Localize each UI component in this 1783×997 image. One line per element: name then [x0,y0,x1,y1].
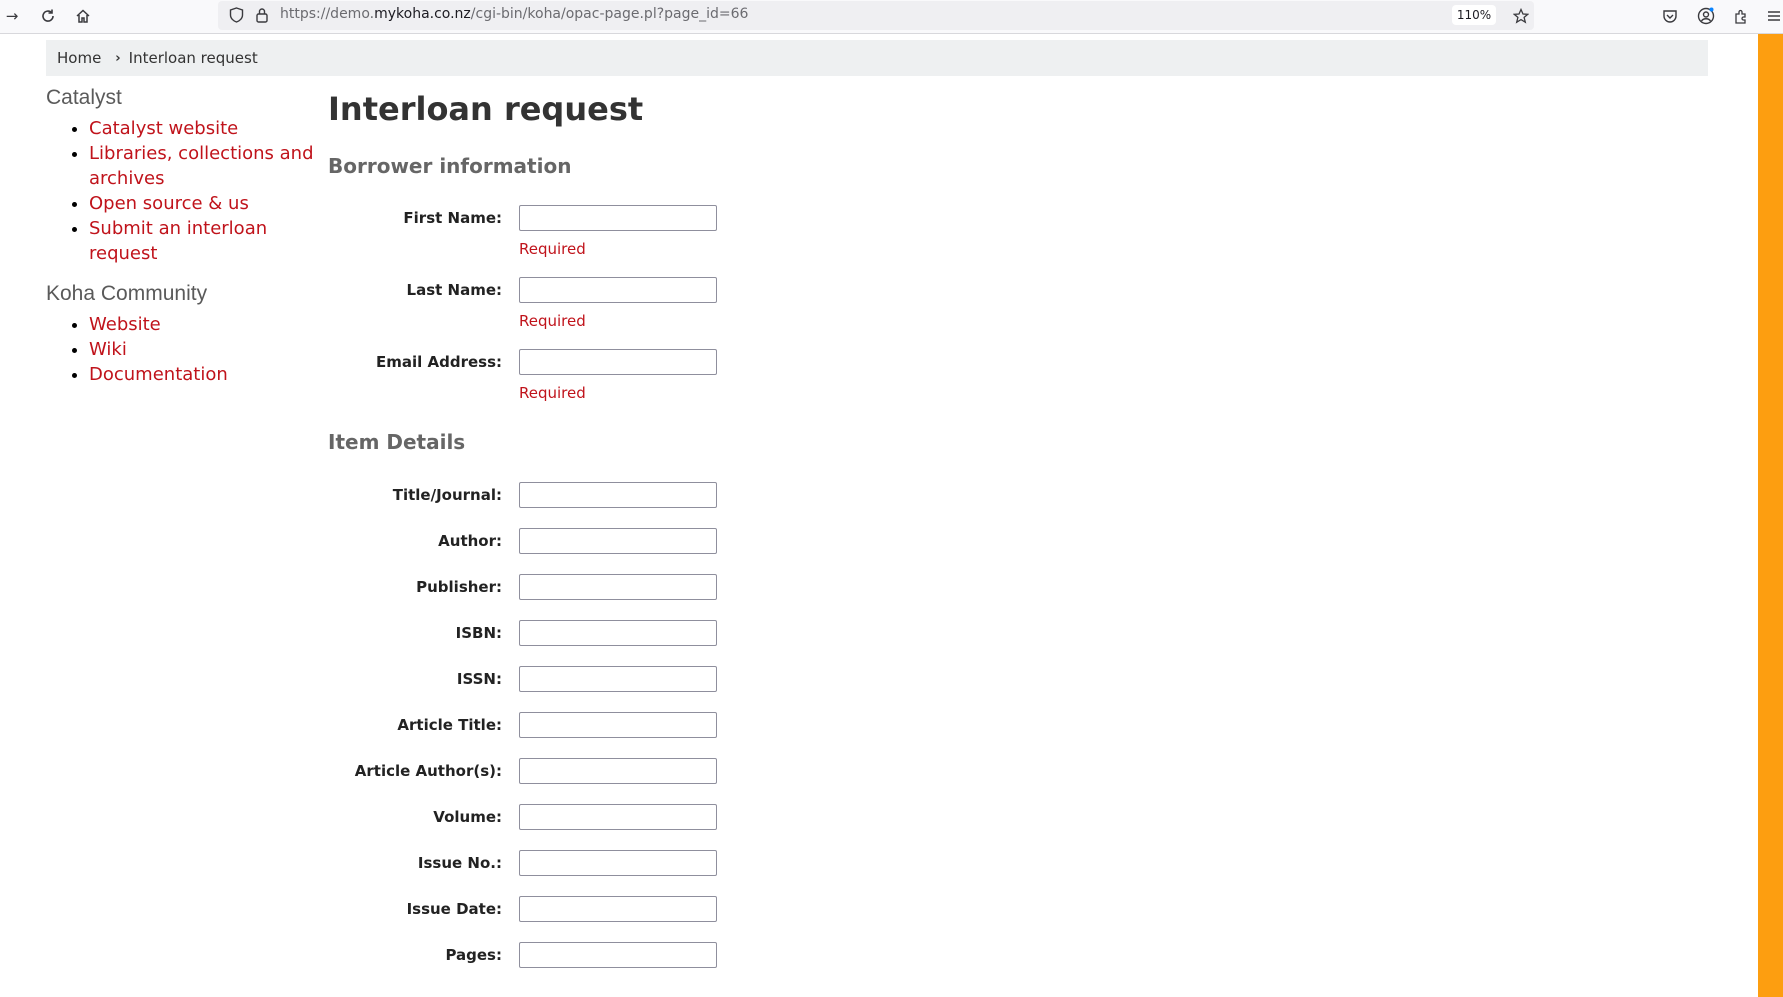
sidebar-link-catalyst-website[interactable]: Catalyst website [89,118,238,139]
form-row-author: Author: [328,528,1228,558]
article-authors-field[interactable] [519,758,717,784]
zoom-level-badge[interactable]: 110% [1452,5,1496,25]
breadcrumb: Home › Interloan request [46,40,1708,76]
form-row-publisher: Publisher: [328,574,1228,604]
menu-icon[interactable] [1762,4,1783,28]
sidebar-heading-koha-community: Koha Community [46,282,208,305]
forward-icon[interactable]: → [0,4,24,28]
list-item: Submit an interloan request [89,216,316,266]
list-item: Website [89,312,316,337]
url-prefix: https://demo. [280,6,375,22]
pocket-icon[interactable] [1658,4,1682,28]
title-journal-field[interactable] [519,482,717,508]
first-name-label: First Name: [403,209,502,227]
pages-field[interactable] [519,942,717,968]
account-icon[interactable] [1694,4,1718,28]
item-details-heading: Item Details [328,430,466,454]
issn-field[interactable] [519,666,717,692]
volume-field[interactable] [519,804,717,830]
email-label: Email Address: [375,353,502,371]
shield-icon[interactable] [224,3,248,27]
sidebar-list-koha: Website Wiki Documentation [46,312,316,387]
sidebar-link-documentation[interactable]: Documentation [89,364,228,385]
form-row-last-name: Last Name: Required [328,277,1228,330]
sidebar-link-submit-interloan[interactable]: Submit an interloan request [89,218,267,264]
pages-label: Pages: [445,946,502,964]
page-title: Interloan request [328,90,644,128]
form-row-isbn: ISBN: [328,620,1228,650]
form-row-article-authors: Article Author(s): [328,758,1228,788]
reload-icon[interactable] [36,4,60,28]
isbn-label: ISBN: [455,624,502,642]
sidebar: Catalyst Catalyst website Libraries, col… [46,86,316,387]
extensions-icon[interactable] [1729,4,1753,28]
email-field[interactable] [519,349,717,375]
borrower-info-heading: Borrower information [328,154,572,178]
required-hint: Required [519,240,586,258]
form-row-pages: Pages: [328,942,1228,972]
lock-icon[interactable] [250,3,274,27]
last-name-field[interactable] [519,277,717,303]
form-row-article-title: Article Title: [328,712,1228,742]
issn-label: ISSN: [456,670,502,688]
sidebar-heading-catalyst: Catalyst [46,86,122,109]
issue-date-label: Issue Date: [406,900,502,918]
browser-toolbar: → https://demo.mykoha.co.nz/cgi-bin/koha… [0,0,1783,34]
url-path: /cgi-bin/koha/opac-page.pl?page_id=66 [470,6,749,22]
sidebar-list-catalyst: Catalyst website Libraries, collections … [46,116,316,266]
issue-no-label: Issue No.: [417,854,502,872]
home-icon[interactable] [71,4,95,28]
list-item: Wiki [89,337,316,362]
required-hint: Required [519,312,586,330]
publisher-field[interactable] [519,574,717,600]
form-row-volume: Volume: [328,804,1228,834]
article-title-field[interactable] [519,712,717,738]
breadcrumb-home-link[interactable]: Home [57,49,101,67]
list-item: Documentation [89,362,316,387]
sidebar-link-open-source[interactable]: Open source & us [89,193,249,214]
url-text[interactable]: https://demo.mykoha.co.nz/cgi-bin/koha/o… [280,6,748,22]
article-authors-label: Article Author(s): [354,762,502,780]
required-hint: Required [519,384,586,402]
author-label: Author: [438,532,502,550]
list-item: Open source & us [89,191,316,216]
form-row-email: Email Address: Required [328,349,1228,402]
sidebar-link-wiki[interactable]: Wiki [89,339,127,360]
form-row-issn: ISSN: [328,666,1228,696]
breadcrumb-current: Interloan request [128,49,258,67]
list-item: Libraries, collections and archives [89,141,316,191]
sidebar-link-website[interactable]: Website [89,314,161,335]
form-row-first-name: First Name: Required [328,205,1228,258]
author-field[interactable] [519,528,717,554]
form-row-title-journal: Title/Journal: [328,482,1228,512]
form-row-issue-date: Issue Date: [328,896,1228,926]
list-item: Catalyst website [89,116,316,141]
first-name-field[interactable] [519,205,717,231]
accent-strip [1758,34,1783,997]
url-host: mykoha.co.nz [374,6,471,22]
breadcrumb-chevron-icon: › [115,50,121,66]
last-name-label: Last Name: [406,281,502,299]
bookmark-star-icon[interactable] [1509,4,1533,28]
issue-no-field[interactable] [519,850,717,876]
title-journal-label: Title/Journal: [392,486,502,504]
issue-date-field[interactable] [519,896,717,922]
sidebar-link-libraries[interactable]: Libraries, collections and archives [89,143,314,189]
article-title-label: Article Title: [397,716,502,734]
volume-label: Volume: [433,808,502,826]
isbn-field[interactable] [519,620,717,646]
publisher-label: Publisher: [416,578,502,596]
form-row-issue-no: Issue No.: [328,850,1228,880]
